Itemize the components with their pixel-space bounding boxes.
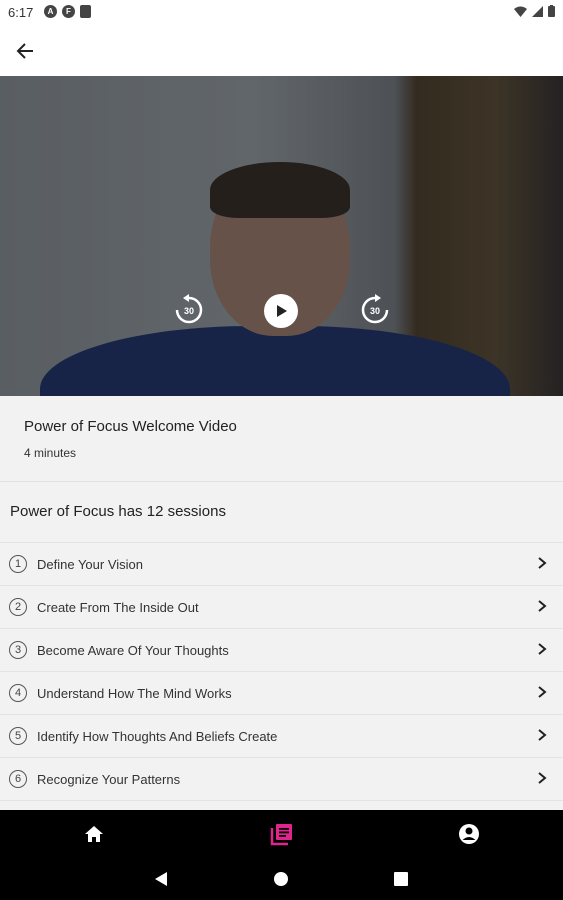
system-status-icons <box>514 5 555 17</box>
circle-home-icon <box>274 872 288 886</box>
notification-icon: F <box>62 5 75 18</box>
chevron-right-icon <box>538 686 547 698</box>
status-bar: 6:17 A F <box>0 0 563 26</box>
session-item[interactable]: 1 Define Your Vision <box>0 542 563 585</box>
video-player[interactable]: 30 30 <box>0 76 563 396</box>
arrow-left-icon <box>16 43 33 59</box>
app-bar <box>0 26 563 76</box>
status-time: 6:17 <box>8 5 34 20</box>
system-recents-button[interactable] <box>392 870 410 888</box>
notification-icon: A <box>44 5 57 18</box>
session-item[interactable]: 5 Identify How Thoughts And Beliefs Crea… <box>0 714 563 757</box>
triangle-back-icon <box>155 872 167 886</box>
session-number: 3 <box>9 641 27 659</box>
battery-icon <box>548 5 555 17</box>
session-title: Define Your Vision <box>37 556 144 572</box>
rewind-seconds: 30 <box>183 306 194 316</box>
session-item[interactable]: 6 Recognize Your Patterns <box>0 757 563 800</box>
chevron-right-icon <box>538 729 547 741</box>
signal-icon <box>532 5 543 17</box>
session-item[interactable]: 4 Understand How The Mind Works <box>0 671 563 714</box>
session-title: Become Aware Of Your Thoughts <box>37 642 229 658</box>
sessions-header: Power of Focus has 12 sessions <box>10 503 226 520</box>
play-icon <box>277 305 287 317</box>
sd-card-icon <box>80 5 91 18</box>
video-info: Power of Focus Welcome Video 4 minutes <box>0 396 563 482</box>
session-item[interactable]: 3 Become Aware Of Your Thoughts <box>0 628 563 671</box>
session-title: Create From The Inside Out <box>37 599 199 615</box>
play-button[interactable] <box>264 294 298 328</box>
session-number: 2 <box>9 598 27 616</box>
chevron-right-icon <box>538 600 547 612</box>
session-number: 1 <box>9 555 27 573</box>
nav-home[interactable] <box>82 822 106 846</box>
session-title: Understand How The Mind Works <box>37 685 232 701</box>
session-number: 6 <box>9 770 27 788</box>
wifi-icon <box>514 6 527 17</box>
video-duration: 4 minutes <box>24 446 77 460</box>
rewind-button[interactable]: 30 <box>172 293 206 327</box>
notification-icons: A F <box>44 5 91 18</box>
account-icon <box>459 824 479 844</box>
video-overlay <box>0 76 563 396</box>
system-back-button[interactable] <box>152 870 170 888</box>
forward-button[interactable]: 30 <box>358 293 392 327</box>
chevron-right-icon <box>538 772 547 784</box>
bottom-navigation <box>0 810 563 858</box>
session-list: 1 Define Your Vision 2 Create From The I… <box>0 542 563 843</box>
session-number: 5 <box>9 727 27 745</box>
session-item[interactable]: 2 Create From The Inside Out <box>0 585 563 628</box>
chevron-right-icon <box>538 557 547 569</box>
square-recents-icon <box>394 872 408 886</box>
session-number: 4 <box>9 684 27 702</box>
session-title: Identify How Thoughts And Beliefs Create <box>37 728 278 744</box>
forward-seconds: 30 <box>369 306 380 316</box>
session-title: Recognize Your Patterns <box>37 771 181 787</box>
back-button[interactable] <box>12 38 38 64</box>
chevron-right-icon <box>538 643 547 655</box>
home-icon <box>85 826 103 842</box>
nav-account[interactable] <box>457 822 481 846</box>
system-navigation-bar <box>0 858 563 900</box>
system-home-button[interactable] <box>272 870 290 888</box>
library-icon <box>270 824 292 846</box>
video-title: Power of Focus Welcome Video <box>24 418 237 435</box>
nav-library[interactable] <box>270 822 294 846</box>
